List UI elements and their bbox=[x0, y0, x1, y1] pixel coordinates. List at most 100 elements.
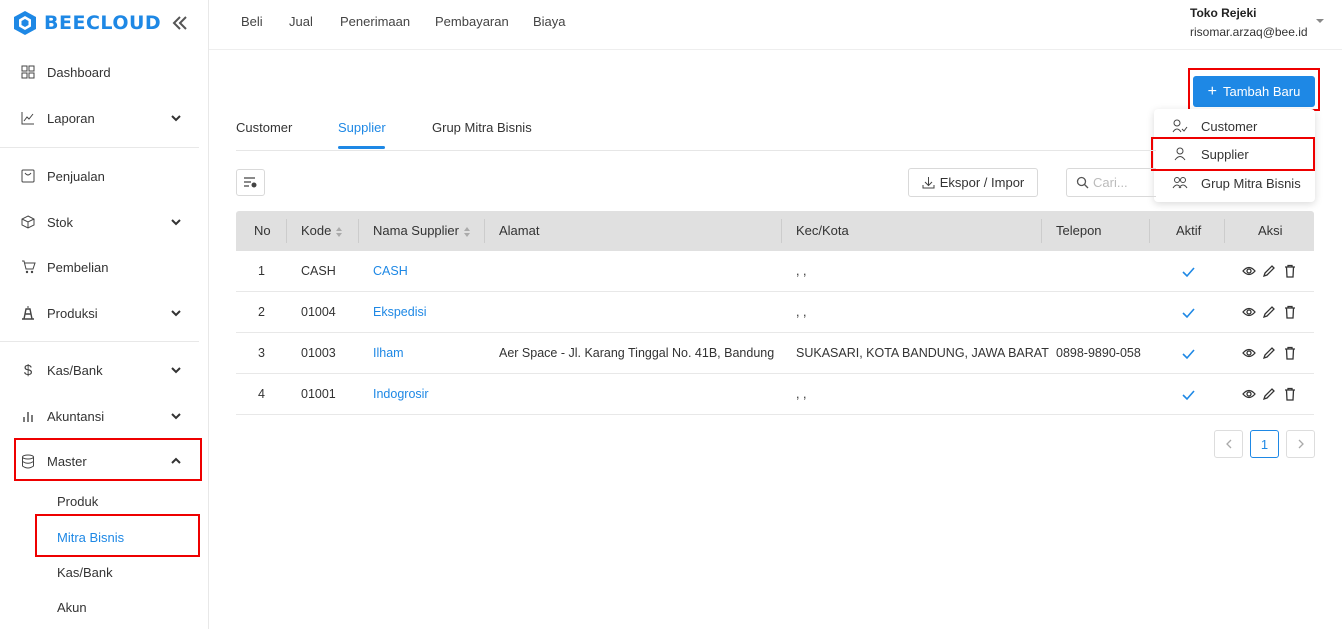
cell-no: 3 bbox=[258, 346, 265, 360]
nav-jual[interactable]: Jual bbox=[289, 14, 313, 29]
sort-icon bbox=[464, 226, 470, 237]
trash-icon[interactable] bbox=[1283, 387, 1297, 401]
sidebar-item-label: Kas/Bank bbox=[47, 362, 103, 378]
cell-kode: 01001 bbox=[301, 387, 336, 401]
edit-icon[interactable] bbox=[1262, 387, 1276, 401]
cell-kota: , , bbox=[796, 305, 807, 319]
nav-beli[interactable]: Beli bbox=[241, 14, 263, 29]
tab-supplier[interactable]: Supplier bbox=[338, 120, 386, 135]
brand-name: BEECLOUD bbox=[44, 12, 162, 34]
submenu-akun[interactable]: Akun bbox=[57, 600, 87, 615]
cell-nama-link[interactable]: Indogrosir bbox=[373, 387, 429, 401]
menu-item-supplier[interactable]: Supplier bbox=[1154, 140, 1315, 168]
menu-item-label: Supplier bbox=[1201, 146, 1249, 162]
users-icon bbox=[1172, 177, 1188, 189]
sort-icon bbox=[336, 226, 343, 237]
bee-logo-icon bbox=[14, 11, 36, 35]
cell-nama-link[interactable]: CASH bbox=[373, 264, 408, 278]
cart-icon bbox=[20, 259, 36, 275]
col-nama-supplier[interactable]: Nama Supplier bbox=[373, 223, 471, 238]
search-input[interactable] bbox=[1093, 175, 1153, 190]
cell-kota: , , bbox=[796, 264, 807, 278]
sidebar-item-penjualan[interactable]: Penjualan bbox=[0, 156, 209, 196]
bar-chart-icon bbox=[20, 408, 36, 424]
prev-page-button[interactable] bbox=[1214, 430, 1243, 458]
trash-icon[interactable] bbox=[1283, 346, 1297, 360]
supplier-table: No Kode Nama Supplier Alamat Kec/Kota Te… bbox=[236, 211, 1314, 415]
sidebar-item-kasbank[interactable]: $ Kas/Bank bbox=[0, 350, 209, 390]
tab-grup-mitra-bisnis[interactable]: Grup Mitra Bisnis bbox=[432, 120, 532, 135]
sidebar-item-label: Produksi bbox=[47, 305, 98, 321]
edit-icon[interactable] bbox=[1262, 264, 1276, 278]
eye-icon[interactable] bbox=[1242, 305, 1256, 319]
sidebar-item-laporan[interactable]: Laporan bbox=[0, 98, 209, 138]
eye-icon[interactable] bbox=[1242, 387, 1256, 401]
col-separator bbox=[358, 219, 359, 243]
active-tab-indicator bbox=[338, 146, 385, 149]
col-alamat: Alamat bbox=[499, 223, 540, 238]
nav-penerimaan[interactable]: Penerimaan bbox=[340, 14, 410, 29]
box-icon bbox=[20, 214, 36, 230]
col-no: No bbox=[254, 223, 271, 238]
export-import-button[interactable]: Ekspor / Impor bbox=[908, 168, 1038, 197]
sidebar-item-akuntansi[interactable]: Akuntansi bbox=[0, 396, 209, 436]
tabs-divider bbox=[236, 150, 1156, 151]
col-aksi: Aksi bbox=[1258, 223, 1283, 238]
sidebar-item-label: Master bbox=[47, 453, 87, 469]
chevron-down-icon bbox=[171, 115, 181, 122]
col-separator bbox=[781, 219, 782, 243]
nav-pembayaran[interactable]: Pembayaran bbox=[435, 14, 509, 29]
sidebar-item-master[interactable]: Master bbox=[0, 441, 209, 481]
sidebar-divider bbox=[0, 147, 199, 148]
user-email[interactable]: risomar.arzaq@bee.id bbox=[1190, 25, 1308, 39]
user-check-icon bbox=[1172, 119, 1188, 133]
sidebar-item-label: Akuntansi bbox=[47, 408, 105, 424]
sidebar-item-pembelian[interactable]: Pembelian bbox=[0, 247, 209, 287]
trash-icon[interactable] bbox=[1283, 264, 1297, 278]
submenu-mitra-bisnis[interactable]: Mitra Bisnis bbox=[57, 530, 124, 545]
chevron-right-icon bbox=[1298, 439, 1304, 449]
cell-alamat: Aer Space - Jl. Karang Tinggal No. 41B, … bbox=[499, 346, 775, 360]
col-separator bbox=[286, 219, 287, 243]
cell-no: 4 bbox=[258, 387, 265, 401]
sidebar-item-dashboard[interactable]: Dashboard bbox=[0, 52, 209, 92]
caret-down-icon[interactable] bbox=[1315, 18, 1325, 24]
brand-logo[interactable]: BEECLOUD bbox=[12, 10, 161, 36]
chevron-down-icon bbox=[171, 219, 181, 226]
eye-icon[interactable] bbox=[1242, 346, 1256, 360]
check-icon bbox=[1182, 267, 1195, 278]
cell-nama-link[interactable]: Ilham bbox=[373, 346, 404, 360]
eye-icon[interactable] bbox=[1242, 264, 1256, 278]
submenu-produk[interactable]: Produk bbox=[57, 494, 98, 509]
search-box[interactable] bbox=[1066, 168, 1156, 197]
sidebar-item-stok[interactable]: Stok bbox=[0, 202, 209, 242]
user-name[interactable]: Toko Rejeki bbox=[1190, 6, 1256, 20]
col-nama-label: Nama Supplier bbox=[373, 223, 459, 238]
cell-no: 2 bbox=[258, 305, 265, 319]
user-icon bbox=[1174, 147, 1186, 161]
col-separator bbox=[1041, 219, 1042, 243]
submenu-kasbank[interactable]: Kas/Bank bbox=[57, 565, 113, 580]
add-new-button[interactable]: + Tambah Baru bbox=[1193, 76, 1315, 107]
next-page-button[interactable] bbox=[1286, 430, 1315, 458]
edit-icon[interactable] bbox=[1262, 346, 1276, 360]
menu-item-label: Grup Mitra Bisnis bbox=[1201, 175, 1301, 191]
collapse-sidebar-icon[interactable] bbox=[170, 13, 190, 33]
cell-nama-link[interactable]: Ekspedisi bbox=[373, 305, 427, 319]
export-import-label: Ekspor / Impor bbox=[939, 175, 1025, 190]
menu-item-grup-mitra[interactable]: Grup Mitra Bisnis bbox=[1154, 169, 1315, 197]
menu-item-customer[interactable]: Customer bbox=[1154, 112, 1315, 140]
chevron-down-icon bbox=[171, 367, 181, 374]
tab-customer[interactable]: Customer bbox=[236, 120, 292, 135]
trash-icon[interactable] bbox=[1283, 305, 1297, 319]
edit-icon[interactable] bbox=[1262, 305, 1276, 319]
filter-settings-icon bbox=[244, 177, 257, 188]
table-row: 3 01003 Ilham Aer Space - Jl. Karang Tin… bbox=[236, 333, 1314, 374]
col-kode[interactable]: Kode bbox=[301, 223, 343, 238]
nav-biaya[interactable]: Biaya bbox=[533, 14, 566, 29]
page-button-current[interactable]: 1 bbox=[1250, 430, 1279, 458]
col-aktif: Aktif bbox=[1176, 223, 1202, 238]
col-kec-kota: Kec/Kota bbox=[796, 223, 849, 238]
sidebar-item-produksi[interactable]: Produksi bbox=[0, 293, 209, 333]
column-settings-button[interactable] bbox=[236, 169, 265, 196]
